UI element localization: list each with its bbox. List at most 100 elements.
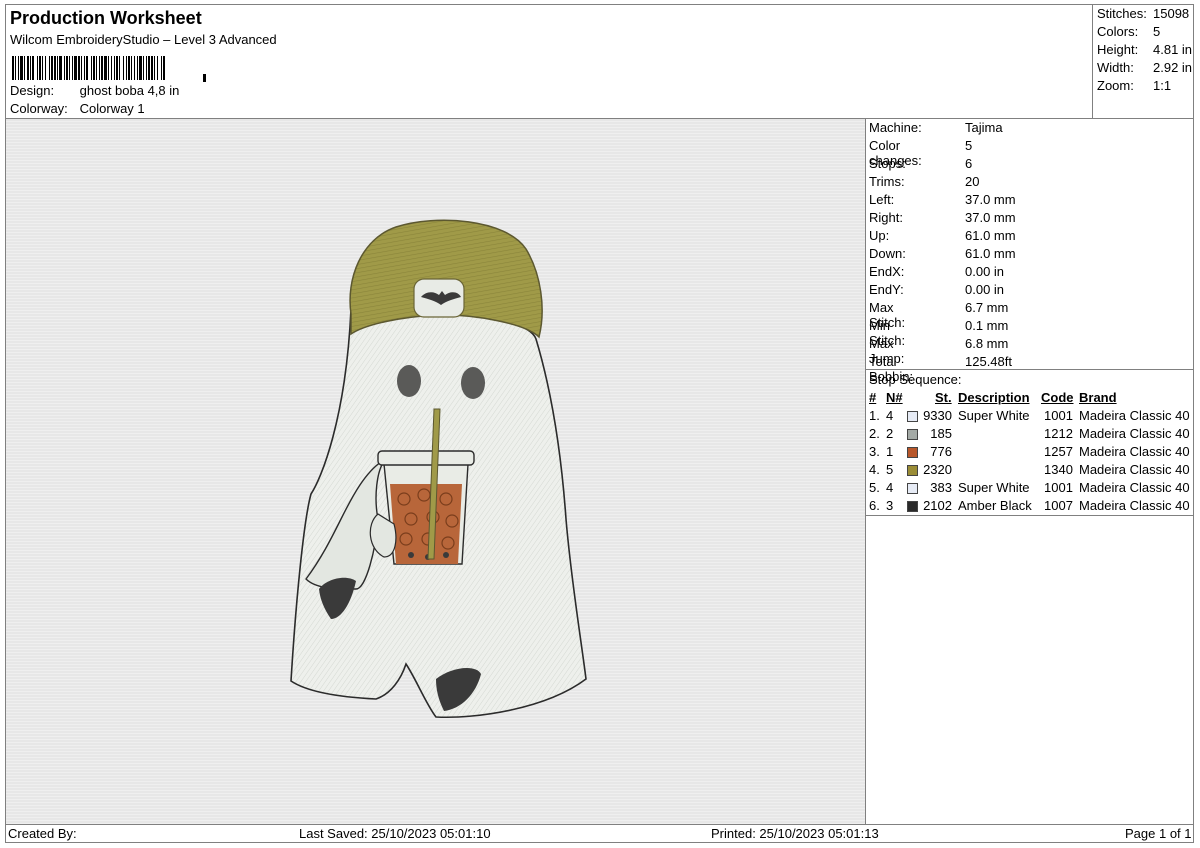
info-label: Down:: [869, 246, 906, 261]
info-value: 0.00 in: [965, 282, 1005, 297]
needle-number: 1: [886, 444, 894, 459]
stop-sequence-row: 5. 4 383 Super White 1001 Madeira Classic 40: [867, 480, 1194, 498]
stitch-count: 2102: [923, 498, 952, 513]
summary-value: 4.81 in: [1153, 42, 1193, 57]
stop-sequence-row: 2. 2 185 1212 Madeira Classic 40: [867, 426, 1194, 444]
footer-printed: Printed: 25/10/2023 05:01:13: [711, 826, 879, 841]
stitch-count: 9330: [923, 408, 952, 423]
info-value: 37.0 mm: [965, 210, 1016, 225]
info-value: Tajima: [965, 120, 1003, 135]
info-label: Machine:: [869, 120, 922, 135]
ghost-eye-left: [397, 365, 421, 397]
info-divider: [866, 369, 1194, 370]
summary-label: Zoom:: [1097, 78, 1134, 93]
info-label: Trims:: [869, 174, 905, 189]
thread-description: Super White: [958, 408, 1030, 423]
summary-label: Width:: [1097, 60, 1134, 75]
row-number: 4.: [869, 462, 880, 477]
barcode: [12, 56, 206, 82]
design-name: ghost boba 4,8 in: [79, 83, 180, 98]
thread-description: Amber Black: [958, 498, 1032, 513]
thread-color-swatch: [907, 429, 918, 440]
stop-sequence-title: Stop Sequence:: [869, 372, 962, 387]
thread-brand: Madeira Classic 40: [1079, 462, 1190, 477]
row-number: 3.: [869, 444, 880, 459]
info-value: 20: [965, 174, 980, 189]
colorway-label: Colorway:: [10, 101, 68, 116]
summary-stitches: Stitches: 15098: [1097, 6, 1195, 24]
info-value: 0.00 in: [965, 264, 1005, 279]
thread-brand: Madeira Classic 40: [1079, 426, 1190, 441]
thread-color-swatch: [907, 447, 918, 458]
summary-height: Height: 4.81 in: [1097, 42, 1195, 60]
col-header-description: Description: [958, 390, 1030, 405]
thread-description: Super White: [958, 480, 1030, 495]
thread-brand: Madeira Classic 40: [1079, 444, 1190, 459]
footer-divider: [5, 824, 1194, 825]
info-value: 61.0 mm: [965, 246, 1016, 261]
summary-label: Colors:: [1097, 24, 1139, 39]
summary-value: 5: [1153, 24, 1161, 39]
canvas-divider: [865, 118, 866, 825]
col-header-brand: Brand: [1079, 390, 1117, 405]
needle-number: 2: [886, 426, 894, 441]
thread-color-swatch: [907, 411, 918, 422]
thread-code: 1001: [1044, 408, 1073, 423]
thread-code: 1340: [1044, 462, 1073, 477]
col-header-n: N#: [886, 390, 903, 405]
thread-code: 1001: [1044, 480, 1073, 495]
summary-value: 2.92 in: [1153, 60, 1193, 75]
info-label: Right:: [869, 210, 903, 225]
summary-width: Width: 2.92 in: [1097, 60, 1195, 78]
thread-color-swatch: [907, 501, 918, 512]
thread-color-swatch: [907, 483, 918, 494]
thread-code: 1212: [1044, 426, 1073, 441]
ghost-eye-right: [461, 367, 485, 399]
info-value: 61.0 mm: [965, 228, 1016, 243]
thread-brand: Madeira Classic 40: [1079, 480, 1190, 495]
info-label: Up:: [869, 228, 890, 243]
stop-sequence-row: 6. 3 2102 Amber Black 1007 Madeira Classic 40: [867, 498, 1194, 516]
colorway-row: Colorway: Colorway 1: [10, 101, 145, 116]
stitch-count: 185: [930, 426, 952, 441]
thread-brand: Madeira Classic 40: [1079, 498, 1190, 513]
info-value: 6: [965, 156, 973, 171]
cup-lid: [377, 450, 475, 466]
thread-color-swatch: [907, 465, 918, 476]
page-title: Production Worksheet: [10, 8, 202, 28]
needle-number: 4: [886, 480, 894, 495]
footer-page-number: Page 1 of 1: [1125, 826, 1192, 841]
summary-colors: Colors: 5: [1097, 24, 1195, 42]
needle-number: 5: [886, 462, 894, 477]
design-preview: [6, 119, 865, 824]
software-name: Wilcom EmbroideryStudio – Level 3 Advanc…: [10, 32, 277, 47]
summary-label: Height:: [1097, 42, 1139, 57]
summary-value: 1:1: [1153, 78, 1172, 93]
stop-sequence-row: 1. 4 9330 Super White 1001 Madeira Classic 40: [867, 408, 1194, 426]
design-label: Design:: [10, 83, 55, 98]
info-label: Left:: [869, 192, 895, 207]
row-number: 2.: [869, 426, 880, 441]
ghost-boba-artwork: [290, 219, 587, 719]
needle-number: 3: [886, 498, 894, 513]
stitch-count: 383: [930, 480, 952, 495]
info-value: 6.8 mm: [965, 336, 1009, 351]
worksheet-header: Production Worksheet Wilcom EmbroiderySt…: [6, 5, 1093, 118]
stop-sequence-row: 3. 1 776 1257 Madeira Classic 40: [867, 444, 1194, 462]
summary-label: Stitches:: [1097, 6, 1147, 21]
info-value: 0.1 mm: [965, 318, 1009, 333]
col-header-stitches: St.: [935, 390, 952, 405]
row-number: 5.: [869, 480, 880, 495]
thread-code: 1257: [1044, 444, 1073, 459]
footer-last-saved: Last Saved: 25/10/2023 05:01:10: [299, 826, 491, 841]
stitch-count: 776: [930, 444, 952, 459]
summary-panel: Stitches: 15098 Colors: 5 Height: 4.81 in W…: [1092, 5, 1195, 118]
thread-code: 1007: [1044, 498, 1073, 513]
stop-sequence-row: 4. 5 2320 1340 Madeira Classic 40: [867, 462, 1194, 480]
info-label: Stops:: [869, 156, 906, 171]
row-number: 6.: [869, 498, 880, 513]
col-header-code: Code: [1041, 390, 1074, 405]
design-row: Design: ghost boba 4,8 in: [10, 83, 179, 98]
info-value: 125.48ft: [965, 354, 1012, 369]
summary-zoom: Zoom: 1:1: [1097, 78, 1195, 96]
